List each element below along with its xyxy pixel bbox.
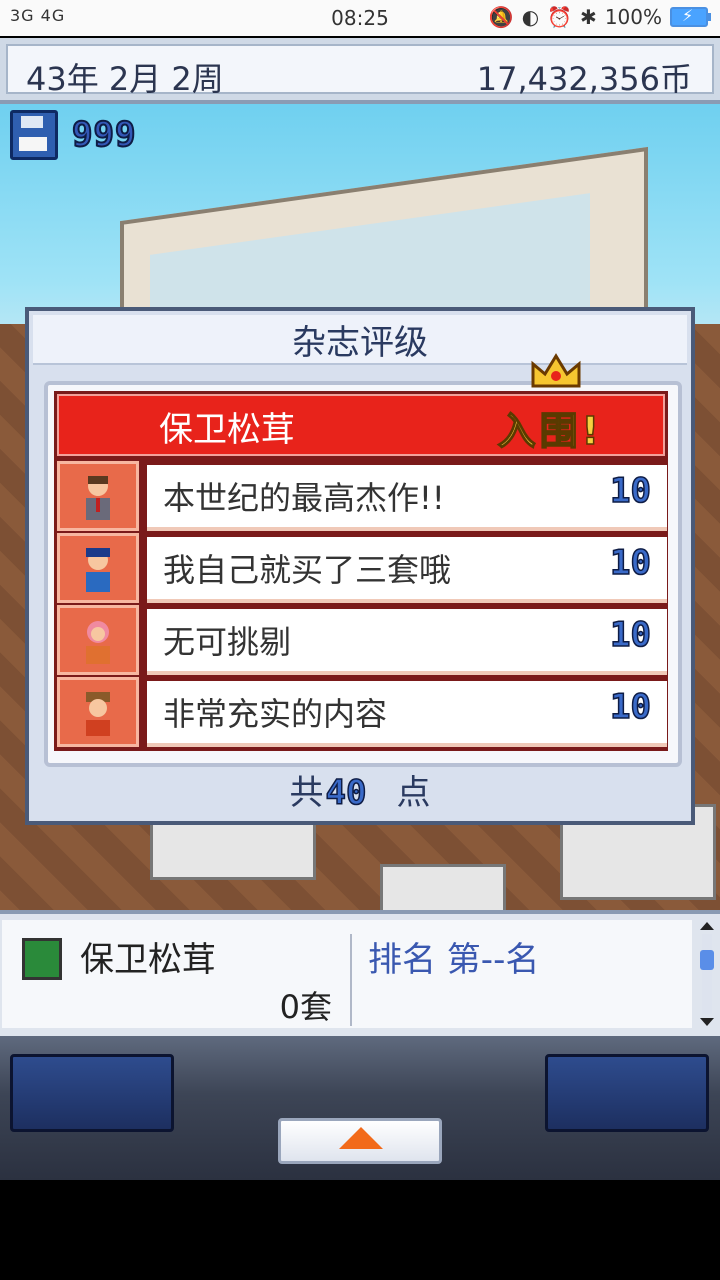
divider <box>350 934 352 1026</box>
rating-frame: 保卫松茸 入围! 本世纪的最高杰作!! 10 我自己就买了三套哦 10 无可挑剔… <box>54 353 668 751</box>
lock-icon: ◐ <box>521 5 540 29</box>
bluetooth-icon: ✱ <box>580 5 597 29</box>
mute-icon: 🔕 <box>488 5 514 29</box>
scroll-down-icon[interactable] <box>698 1016 716 1028</box>
money-balance: 17,432,356币 <box>476 60 692 98</box>
review-score: 10 <box>609 470 651 512</box>
magazine-header: 保卫松茸 入围! <box>57 353 665 456</box>
review-score: 10 <box>609 686 651 728</box>
left-action-button[interactable] <box>10 1054 174 1132</box>
review-row: 我自己就买了三套哦 10 <box>57 533 667 603</box>
pink-hair-girl-icon <box>57 605 139 675</box>
dialog-title: 杂志评级 <box>33 315 687 365</box>
magazine-name: 保卫松茸 <box>159 410 295 450</box>
scroll-up-icon[interactable] <box>698 920 716 932</box>
total-suffix: 点 <box>396 773 431 813</box>
magazine-cover-icon <box>22 938 62 980</box>
businessman-icon <box>57 461 139 531</box>
info-sets-sold: 0套 <box>279 988 332 1026</box>
save-indicator[interactable]: 999 <box>10 110 136 160</box>
info-scrollbar[interactable] <box>698 920 716 1028</box>
total-prefix: 共 <box>289 773 324 813</box>
magazine-info-bar: 保卫松茸 0套 排名 第--名 <box>0 910 720 1036</box>
total-score: 共40 点 <box>29 765 691 814</box>
up-arrow-icon <box>339 1127 383 1149</box>
review-text: 本世纪的最高杰作!! <box>163 479 445 517</box>
status-bar: 3G 4G 08:25 🔕 ◐ ⏰ ✱ 100% ⚡ <box>0 0 720 36</box>
control-panel <box>0 1036 720 1180</box>
police-cap-icon <box>57 533 139 603</box>
status-icons: 🔕 ◐ ⏰ ✱ 100% ⚡ <box>488 5 711 29</box>
review-text: 我自己就买了三套哦 <box>163 551 452 589</box>
info-magazine-name: 保卫松茸 <box>80 940 216 980</box>
desk <box>380 864 506 910</box>
review-row: 非常充实的内容 10 <box>57 677 667 747</box>
info-rank: 排名 第--名 <box>368 940 540 980</box>
top-info-bar: 43年 2月 2周 17,432,356币 <box>0 38 720 104</box>
save-count: 999 <box>71 114 137 156</box>
rating-panel: 保卫松茸 入围! 本世纪的最高杰作!! 10 我自己就买了三套哦 10 无可挑剔… <box>44 353 682 767</box>
review-score: 10 <box>609 614 651 656</box>
total-value: 40 <box>325 772 367 814</box>
crown-icon <box>531 353 581 388</box>
alarm-icon: ⏰ <box>547 5 573 29</box>
battery-percent: 100% <box>604 5 662 29</box>
review-text: 无可挑剔 <box>163 623 292 661</box>
floppy-disk-icon <box>10 110 58 160</box>
review-score: 10 <box>609 542 651 584</box>
right-action-button[interactable] <box>545 1054 709 1132</box>
magazine-rating-dialog[interactable]: 杂志评级 保卫松茸 入围! 本世纪的最高杰作!! 10 我自己就买了三套哦 10… <box>25 307 695 825</box>
expand-up-button[interactable] <box>278 1118 442 1164</box>
review-row: 无可挑剔 10 <box>57 605 667 675</box>
game-date: 43年 2月 2周 <box>26 60 224 98</box>
award-label: 入围! <box>497 408 603 454</box>
review-text: 非常充实的内容 <box>163 695 388 733</box>
battery-icon: ⚡ <box>670 6 711 27</box>
brown-hat-man-icon <box>57 677 139 747</box>
scroll-thumb[interactable] <box>700 950 714 970</box>
review-row: 本世纪的最高杰作!! 10 <box>57 461 667 531</box>
